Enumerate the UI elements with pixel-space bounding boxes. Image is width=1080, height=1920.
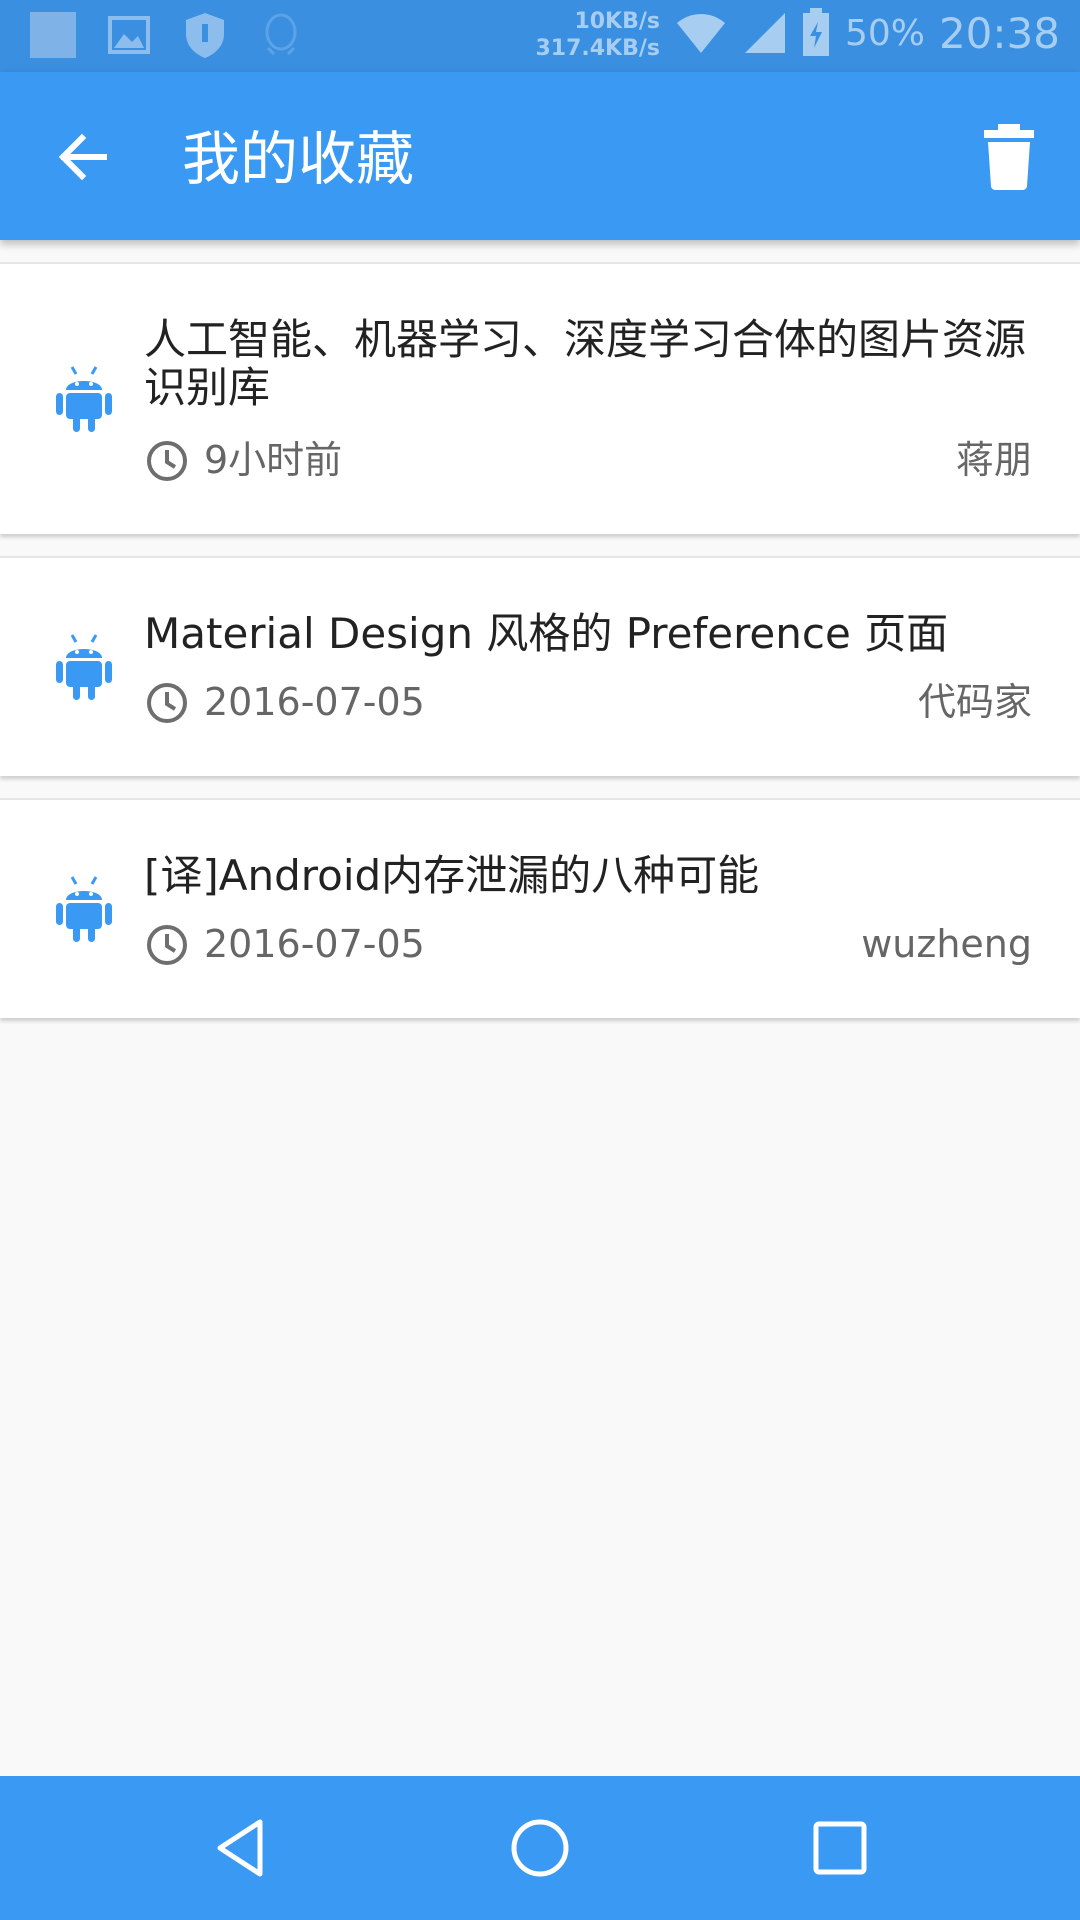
favorites-list: 人工智能、机器学习、深度学习合体的图片资源识别库 9小时前 蒋朋 Materia… (0, 262, 1080, 1040)
system-status: 50% 20:38 (675, 8, 1060, 58)
android-icon (56, 366, 112, 432)
clock-icon (147, 925, 187, 965)
item-date: 9小时前 (204, 438, 343, 482)
android-icon (56, 876, 112, 942)
square-recents-icon[interactable] (808, 1816, 872, 1880)
item-title: Material Design 风格的 Preference 页面 (144, 609, 949, 658)
image-icon (108, 16, 150, 54)
clock-icon (147, 441, 187, 481)
app-notification-icon (30, 12, 76, 58)
notification-icons (28, 10, 306, 60)
signal-icon (744, 13, 785, 53)
wifi-icon (676, 14, 725, 53)
item-date: 2016-07-05 (204, 922, 425, 966)
android-icon (56, 634, 112, 700)
clock-icon (147, 683, 187, 723)
navigation-bar (0, 1776, 1080, 1920)
list-item[interactable]: Material Design 风格的 Preference 页面 2016-0… (0, 556, 1080, 776)
item-author: 代码家 (917, 680, 1032, 724)
battery-icon (802, 8, 829, 56)
trash-icon[interactable] (978, 124, 1040, 190)
triangle-back-icon[interactable] (210, 1816, 274, 1880)
status-bar: 10KB/s 317.4KB/s 50% 20:38 (0, 0, 1080, 72)
clock-time: 20:38 (938, 8, 1060, 58)
list-item[interactable]: 人工智能、机器学习、深度学习合体的图片资源识别库 9小时前 蒋朋 (0, 262, 1080, 534)
item-author: wuzheng (861, 922, 1032, 966)
network-speed: 10KB/s 317.4KB/s (520, 8, 660, 62)
item-title: [译]Android内存泄漏的八种可能 (144, 851, 760, 900)
page-title: 我的收藏 (182, 125, 415, 193)
arrow-left-icon[interactable] (50, 122, 120, 192)
list-item[interactable]: [译]Android内存泄漏的八种可能 2016-07-05 wuzheng (0, 798, 1080, 1018)
qq-icon (265, 13, 297, 56)
circle-home-icon[interactable] (508, 1816, 572, 1880)
item-title: 人工智能、机器学习、深度学习合体的图片资源识别库 (144, 315, 1027, 412)
item-date: 2016-07-05 (204, 680, 425, 724)
shield-icon (186, 13, 224, 58)
app-bar: 我的收藏 (0, 72, 1080, 240)
download-speed: 317.4KB/s (535, 36, 660, 61)
item-author: 蒋朋 (955, 438, 1032, 482)
upload-speed: 10KB/s (574, 9, 660, 34)
battery-percentage: 50% (844, 12, 925, 54)
